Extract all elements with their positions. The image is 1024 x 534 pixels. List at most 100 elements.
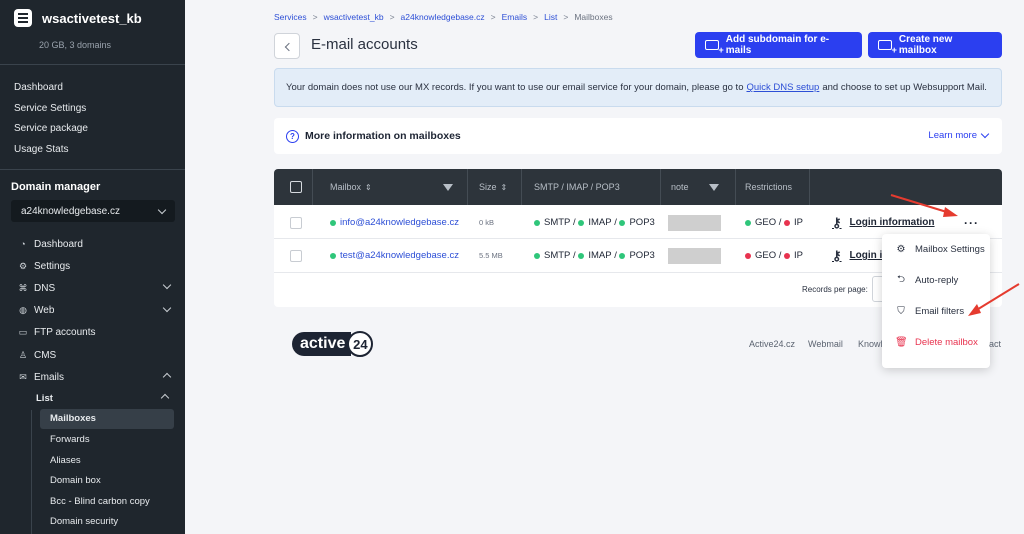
tree-line: [31, 410, 32, 534]
protocol-smtp: SMTP: [544, 250, 571, 261]
sidebar: wsactivetest_kb 20 GB, 3 domains Dashboa…: [0, 0, 185, 534]
crumb-domain[interactable]: a24knowledgebase.cz: [401, 12, 485, 22]
back-button[interactable]: [274, 33, 300, 59]
footer-link-webmail[interactable]: Webmail: [808, 339, 843, 349]
menu-mailbox-settings[interactable]: ⚙ Mailbox Settings: [882, 234, 990, 265]
link-service-package[interactable]: Service package: [14, 122, 88, 143]
nav-aliases[interactable]: Aliases: [18, 450, 178, 471]
note-filter-button[interactable]: [709, 169, 719, 205]
nav-forwards[interactable]: Forwards: [18, 429, 178, 450]
folder-icon: ▭: [18, 327, 28, 338]
column-divider: [312, 169, 313, 205]
nav-mailboxes[interactable]: Mailboxes: [40, 408, 174, 430]
menu-delete-mailbox[interactable]: 🗑 Delete mailbox: [882, 327, 990, 358]
auto-reply-icon: ⮌: [896, 274, 905, 285]
globe-icon: ◍: [19, 305, 27, 316]
protocol-pop3: POP3: [629, 217, 655, 228]
menu-label: Delete mailbox: [915, 337, 978, 348]
header-label: Mailbox: [330, 182, 362, 192]
separator: /: [778, 250, 782, 261]
separator: /: [573, 217, 576, 228]
learn-more-link[interactable]: Learn more: [928, 129, 990, 141]
nav-ftp-accounts[interactable]: ▭ FTP accounts: [18, 322, 178, 344]
status-dot: [534, 219, 540, 226]
menu-label: Email filters: [915, 306, 965, 317]
nav-list[interactable]: List: [18, 388, 178, 409]
protocols-cell: SMTP / IMAP / POP3: [534, 239, 655, 272]
column-divider: [467, 169, 468, 205]
account-header[interactable]: wsactivetest_kb: [14, 9, 142, 27]
create-mailbox-button[interactable]: Create new mailbox: [868, 32, 1002, 58]
nav-domain-box[interactable]: Domain box: [18, 470, 178, 491]
footer-link-knowledge[interactable]: Knowl: [858, 339, 883, 349]
link-dashboard[interactable]: Dashboard: [14, 81, 88, 102]
restriction-geo: GEO: [755, 250, 777, 261]
crumb-account[interactable]: wsactivetest_kb: [324, 12, 384, 22]
link-usage-stats[interactable]: Usage Stats: [14, 143, 88, 164]
row-checkbox[interactable]: [290, 216, 302, 229]
status-dot: [578, 219, 585, 226]
mailbox-cell[interactable]: info@a24knowledgebase.cz: [330, 206, 459, 239]
mail-plus-icon: [878, 40, 897, 55]
crumb-emails[interactable]: Emails: [502, 12, 528, 22]
cms-icon: ♙: [18, 349, 28, 360]
nav-web[interactable]: ◍ Web: [18, 300, 178, 322]
domain-select-value: a24knowledgebase.cz: [21, 205, 120, 217]
server-icon: [14, 9, 32, 27]
status-dot: [619, 252, 626, 259]
crumb-mailboxes: Mailboxes: [574, 12, 613, 22]
footer-link-active24[interactable]: Active24.cz: [749, 339, 795, 349]
header-protocols: SMTP / IMAP / POP3: [534, 182, 620, 192]
nav-dns[interactable]: ⌘ DNS: [18, 277, 178, 299]
login-information-link[interactable]: ⚷ Login i: [832, 239, 882, 272]
domain-select[interactable]: a24knowledgebase.cz: [11, 200, 175, 222]
nav-settings[interactable]: ⚙ Settings: [18, 255, 178, 277]
select-all-checkbox[interactable]: [290, 181, 302, 193]
menu-auto-reply[interactable]: ⮌ Auto-reply: [882, 265, 990, 296]
restriction-geo: GEO: [755, 217, 777, 228]
crumb-services[interactable]: Services: [274, 12, 307, 22]
nav-domain-security[interactable]: Domain security: [18, 512, 178, 533]
nav-label: CMS: [34, 349, 57, 361]
separator: /: [778, 217, 782, 228]
status-dot: [745, 252, 751, 259]
footer-link-contact[interactable]: act: [989, 339, 1001, 349]
crumb-list[interactable]: List: [544, 12, 557, 22]
protocol-smtp: SMTP: [544, 217, 571, 228]
nav-dashboard[interactable]: ◔ Dashboard: [18, 233, 178, 255]
filter-icon: [443, 183, 453, 191]
service-links: Dashboard Service Settings Service packa…: [14, 81, 88, 163]
filter-icon: ⛉: [897, 306, 905, 317]
protocol-imap: IMAP: [588, 250, 612, 261]
separator: /: [573, 250, 576, 261]
column-divider: [660, 169, 661, 205]
link-service-settings[interactable]: Service Settings: [14, 102, 88, 123]
gear-icon: ⚙: [896, 244, 906, 255]
restrictions-cell: GEO / IP: [745, 239, 803, 272]
header-size[interactable]: Size ⇕: [479, 169, 507, 205]
more-info-panel[interactable]: ? More information on mailboxes Learn mo…: [274, 118, 1002, 154]
add-subdomain-button[interactable]: Add subdomain for e-mails: [695, 32, 862, 58]
mailbox-cell[interactable]: test@a24knowledgebase.cz: [330, 239, 459, 272]
status-dot: [784, 252, 791, 259]
row-checkbox-cell: [290, 239, 302, 272]
mailbox-filter-button[interactable]: [443, 169, 453, 205]
row-checkbox[interactable]: [290, 249, 302, 262]
nav-bcc[interactable]: Bcc - Blind carbon copy: [18, 491, 178, 512]
protocol-pop3: POP3: [629, 250, 655, 261]
more-icon: ···: [964, 215, 979, 230]
filter-icon: [709, 183, 719, 191]
mailbox-address: info@a24knowledgebase.cz: [340, 217, 459, 228]
breadcrumb: Services > wsactivetest_kb > a24knowledgeb…: [274, 12, 613, 22]
button-label: Add subdomain for e-mails: [725, 34, 830, 56]
menu-email-filters[interactable]: ⛉ Email filters: [882, 296, 990, 327]
nav-label: Dashboard: [34, 238, 83, 250]
size-cell: 5.5 MB: [479, 251, 503, 260]
nav-emails[interactable]: ✉ Emails: [18, 366, 178, 388]
chevron-up-icon: [162, 372, 172, 382]
header-mailbox[interactable]: Mailbox ⇕: [330, 169, 372, 205]
nav-cms[interactable]: ♙ CMS: [18, 344, 178, 366]
login-label: Login information: [849, 217, 935, 228]
header-restrictions: Restrictions: [745, 182, 793, 192]
quick-dns-link[interactable]: Quick DNS setup: [746, 82, 819, 93]
